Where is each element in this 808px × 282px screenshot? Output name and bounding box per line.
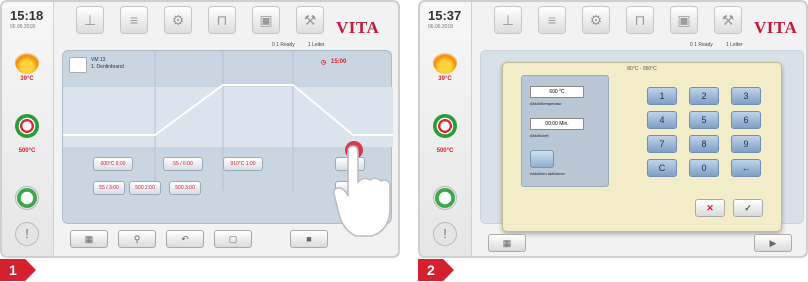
temperature-2: 500°C	[436, 148, 454, 154]
sidebar: 15:37 06.06.2018 39°C 500°C !	[420, 2, 472, 256]
temperature-1: 39°C	[438, 76, 452, 82]
cooling-time-label: Abkühlzeit	[530, 133, 549, 138]
status-ready: 0 1 Ready	[272, 42, 295, 48]
tab-help-icon[interactable]: ▣	[252, 6, 280, 34]
tab-firing-icon[interactable]: ≡	[120, 6, 148, 34]
step-chip-3[interactable]: 910°C 1:00	[223, 157, 263, 171]
vita-logo: VITA	[754, 18, 798, 37]
flame-icon[interactable]	[15, 50, 39, 74]
key-3[interactable]: 3	[731, 87, 761, 105]
step-badge-1: 1	[0, 259, 36, 281]
lens-icon[interactable]	[15, 186, 39, 210]
play-button[interactable]: ▶	[754, 234, 792, 252]
key-clear[interactable]: C	[647, 159, 677, 177]
lens-icon[interactable]	[433, 186, 457, 210]
date: 06.06.2018	[10, 24, 36, 30]
flame-icon[interactable]	[433, 50, 457, 74]
cooling-toggle[interactable]	[530, 150, 554, 168]
tab-stats-icon[interactable]: ⊓	[208, 6, 236, 34]
key-7[interactable]: 7	[647, 135, 677, 153]
key-6[interactable]: 6	[731, 111, 761, 129]
cooling-temp-field[interactable]: 600 °C	[530, 86, 584, 98]
tab-firing-icon[interactable]: ≡	[538, 6, 566, 34]
link-button[interactable]: ⚲	[118, 230, 156, 248]
cooling-temp-label: Abkühltemperatur	[530, 101, 562, 106]
tab-tools-icon[interactable]: ⚒	[714, 6, 742, 34]
step-chip-2[interactable]: 55 / 6:00	[163, 157, 203, 171]
key-4[interactable]: 4	[647, 111, 677, 129]
status-leiter: 1 Leiter	[726, 42, 743, 48]
tab-stats-icon[interactable]: ⊓	[626, 6, 654, 34]
step-chip-5[interactable]: 500 2:00	[129, 181, 161, 195]
vita-logo: VITA	[336, 18, 380, 37]
furnace-status-icon[interactable]	[15, 114, 39, 138]
key-9[interactable]: 9	[731, 135, 761, 153]
confirm-button[interactable]: ✓	[733, 199, 763, 217]
pointing-hand-icon	[333, 141, 391, 237]
tab-settings-icon[interactable]: ⚙	[164, 6, 192, 34]
sample-button[interactable]: ▦	[488, 234, 526, 252]
status-ready: 0 1 Ready	[690, 42, 713, 48]
input-panel: 600 °C Abkühltemperatur 00:00 Min. Abküh…	[521, 75, 609, 187]
cancel-button[interactable]: ✕	[695, 199, 725, 217]
screen-2: 15:37 06.06.2018 39°C 500°C ! ⊥ ≡ ⚙ ⊓ ▣ …	[418, 0, 808, 258]
sample-button[interactable]: ▦	[70, 230, 108, 248]
tab-program-icon[interactable]: ⊥	[494, 6, 522, 34]
numeric-keypad-dialog: 80°C - 950°C 600 °C Abkühltemperatur 00:…	[502, 62, 782, 232]
step-chip-4[interactable]: 55 / 3:00	[93, 181, 125, 195]
tab-help-icon[interactable]: ▣	[670, 6, 698, 34]
key-8[interactable]: 8	[689, 135, 719, 153]
clock: 15:37	[428, 8, 462, 23]
dialog-range: 80°C - 950°C	[627, 66, 657, 72]
temperature-1: 39°C	[20, 76, 34, 82]
key-backspace[interactable]: ←	[731, 159, 761, 177]
tab-program-icon[interactable]: ⊥	[76, 6, 104, 34]
step-badge-2: 2	[418, 259, 454, 281]
info-icon[interactable]: !	[433, 222, 457, 246]
screen-1: 15:18 06.06.2018 39°C 500°C ! ⊥ ≡ ⚙ ⊓ ▣ …	[0, 0, 400, 258]
stop-button[interactable]: ■	[290, 230, 328, 248]
cooling-toggle-label: Abkühlen aktivieren	[530, 171, 565, 176]
tab-tools-icon[interactable]: ⚒	[296, 6, 324, 34]
key-2[interactable]: 2	[689, 87, 719, 105]
key-5[interactable]: 5	[689, 111, 719, 129]
key-0[interactable]: 0	[689, 159, 719, 177]
sidebar: 15:18 06.06.2018 39°C 500°C !	[2, 2, 54, 256]
cooling-time-field[interactable]: 00:00 Min.	[530, 118, 584, 130]
furnace-status-icon[interactable]	[433, 114, 457, 138]
tab-settings-icon[interactable]: ⚙	[582, 6, 610, 34]
clock: 15:18	[10, 8, 44, 23]
date: 06.06.2018	[428, 24, 454, 30]
step-chip-6[interactable]: 500 3:00	[169, 181, 201, 195]
back-button[interactable]: ↶	[166, 230, 204, 248]
info-icon[interactable]: !	[15, 222, 39, 246]
step-chip-1[interactable]: 600°C 6:00	[93, 157, 133, 171]
save-button[interactable]: ▢	[214, 230, 252, 248]
status-leiter: 1 Leiter	[308, 42, 325, 48]
key-1[interactable]: 1	[647, 87, 677, 105]
temperature-2: 500°C	[18, 148, 36, 154]
